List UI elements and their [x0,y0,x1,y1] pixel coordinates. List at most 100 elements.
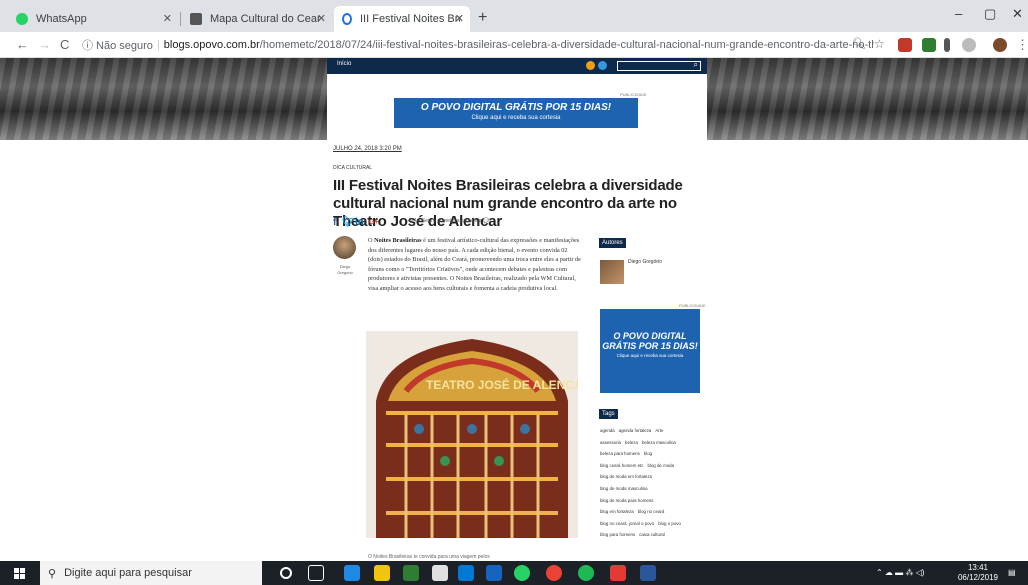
sidebar-author-name[interactable]: Diego Gregório [628,259,662,265]
post-title: III Festival Noites Brasileiras celebra … [333,177,683,230]
store-icon[interactable] [403,565,419,581]
tag-link[interactable]: agenda [600,428,615,433]
twitter-icon[interactable]: 🐦︎ [342,217,355,228]
tag-row: blog de moda em fortaleza [600,474,706,479]
mail-icon[interactable] [458,565,474,581]
tab-whatsapp[interactable]: WhatsApp ✕ [8,6,178,32]
back-icon[interactable]: ← [16,37,29,52]
windows-start-icon[interactable] [14,568,25,579]
ad-label: PUBLICIDADE [620,92,647,97]
extension-icon[interactable] [898,38,912,52]
social-icon[interactable] [598,61,607,70]
tab-title: III Festival Noites Brasileiras celebr [360,13,460,25]
menu-icon[interactable]: ⋮ [1016,37,1028,53]
tag-link[interactable]: blog ceará homem etc [600,463,643,468]
linkedin-icon[interactable]: in [355,217,364,228]
tab-mapa-cultural[interactable]: Mapa Cultural do Ceará - - Mapa ✕ [182,6,332,32]
acrobat-icon[interactable] [610,565,626,581]
browser-toolbar: ← → C ⓘ Não seguro | blogs.opovo.com.br … [0,32,1028,58]
tags-heading: Tags [599,409,618,419]
minimize-button[interactable]: – [955,6,962,21]
url-path: /homemetc/2018/07/24/iii-festival-noites… [259,39,874,51]
close-tab-icon[interactable]: ✕ [317,12,326,25]
outlook-icon[interactable] [486,565,502,581]
tag-link[interactable]: blog o povo [658,521,681,526]
edge-icon[interactable] [344,565,360,581]
profile-avatar[interactable] [993,38,1007,52]
tag-link[interactable]: agenda fortaleza [619,428,652,433]
post-body: O Noites Brasileiras é um festival artís… [368,237,581,292]
tag-link[interactable]: blog de moda masculina [600,486,648,491]
tray-icons[interactable]: ⌃ ☁ ▬ ⁂ ◁) [876,568,924,577]
sidebar-ad-label: PUBLICIDADE [679,303,706,308]
post-date[interactable]: JULHO 24, 2018 3:20 PM [333,146,402,152]
spotify-icon[interactable] [578,565,594,581]
search-icon[interactable]: ⌕ [694,60,698,70]
extension-icon[interactable] [944,38,950,52]
whatsapp-taskbar-icon[interactable] [514,565,530,581]
taskbar-search-input[interactable]: ⚲ Digite aqui para pesquisar [40,561,262,585]
file-explorer-icon[interactable] [374,565,390,581]
forward-icon[interactable]: → [38,37,51,52]
author-avatar[interactable] [333,236,356,259]
tag-link[interactable]: caixa cultural [639,532,665,537]
amazon-icon[interactable] [432,565,448,581]
maximize-button[interactable]: ▢ [984,6,996,22]
word-icon[interactable] [640,565,656,581]
google-plus-icon[interactable]: G+ [369,219,379,226]
cortana-icon[interactable] [280,567,292,579]
top-ad-banner[interactable]: O POVO DIGITAL GRÁTIS POR 15 DIAS! Cliqu… [394,98,638,128]
tag-link[interactable]: blog para homens [600,532,635,537]
tag-link[interactable]: Arte [655,428,663,433]
bookmark-star-icon[interactable]: ☆ [874,37,885,51]
notification-icon[interactable]: ▤ [1008,568,1016,577]
new-tab-button[interactable]: + [478,9,487,27]
tag-link[interactable]: beleza para homens [600,451,640,456]
tag-link[interactable]: beleza masculina [642,440,676,445]
tag-link[interactable]: blog de moda em fortaleza [600,474,652,479]
tag-link[interactable]: blog no ceará. jornal o povo [600,521,654,526]
close-tab-icon[interactable]: ✕ [163,12,172,25]
whatsapp-icon [16,13,28,25]
theatre-sign: TEATRO JOSÉ DE ALENCAR [426,377,578,392]
post-category[interactable]: DICA CULTURAL [333,165,372,171]
browser-tabstrip: WhatsApp ✕ Mapa Cultural do Ceará - - Ma… [0,0,1028,32]
tag-row: blog ceará homem etc blog de moda [600,463,706,468]
tag-link[interactable]: blog no ceará [638,509,665,514]
system-clock[interactable]: 13:41 06/12/2019 [958,563,998,583]
close-window-button[interactable]: ✕ [1012,6,1023,22]
chrome-icon[interactable] [546,565,562,581]
tag-link[interactable]: beleza [625,440,638,445]
extension-icon[interactable] [922,38,936,52]
tag-link[interactable]: assessoria [600,440,621,445]
nav-home-link[interactable]: Início [337,61,351,67]
security-indicator[interactable]: ⓘ Não seguro [82,37,153,53]
reload-icon[interactable]: C [60,37,69,52]
zoom-icon[interactable]: 🔍︎ [852,37,866,50]
tab-title: WhatsApp [36,13,87,25]
rss-icon[interactable] [586,61,595,70]
tag-link[interactable]: blog de moda [647,463,674,468]
close-tab-icon[interactable]: ✕ [455,12,464,25]
tag-row: blog de moda para homens [600,498,706,503]
photo-caption: O Noites Brasileiras te convida para uma… [368,554,490,560]
header-background-left [0,58,327,140]
facebook-icon[interactable]: f [333,217,336,228]
tag-link[interactable]: blog em fortaleza [600,509,634,514]
task-view-icon[interactable] [308,565,324,581]
tag-link[interactable]: blog [644,451,652,456]
theatre-photo: TEATRO JOSÉ DE ALENCAR [366,331,578,538]
tag-link[interactable]: blog de moda para homens [600,498,653,503]
post-meta: 424 ♠ Seja o primeiro a comentar 💬 [408,218,490,224]
festival-name: Noites Brasileiras [374,237,422,244]
tag-row: assessoria beleza beleza masculina [600,440,706,445]
windows-taskbar: ⚲ Digite aqui para pesquisar ⌃ ☁ ▬ ⁂ ◁) … [0,561,1028,585]
extension-icon[interactable] [962,38,976,52]
address-bar[interactable]: ⓘ Não seguro | blogs.opovo.com.br /homem… [82,35,874,55]
sidebar-ad-banner[interactable]: O POVO DIGITAL GRÁTIS POR 15 DIAS! Cliqu… [600,309,700,393]
tab-festival[interactable]: III Festival Noites Brasileiras celebr ✕ [334,6,470,32]
author-name-small[interactable]: Diego Gregório [336,264,354,276]
sidebar-ad-headline: O POVO DIGITAL GRÁTIS POR 15 DIAS! [602,331,698,351]
sidebar-author-avatar[interactable] [600,260,624,284]
blog-search-input[interactable]: ⌕ [617,60,701,71]
